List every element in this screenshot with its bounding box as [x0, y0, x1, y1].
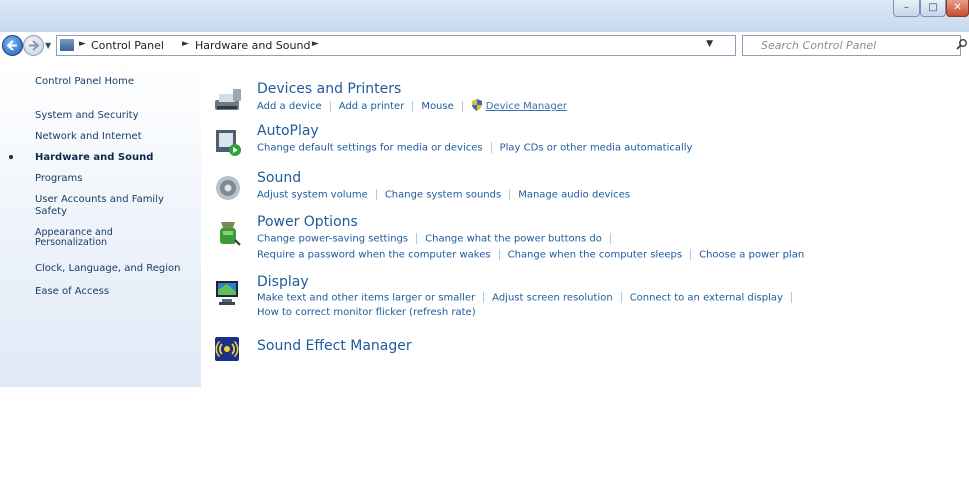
sidebar-item-control-panel-home[interactable]: Control Panel Home	[35, 76, 134, 88]
power-options-link[interactable]: Power Options	[257, 214, 358, 230]
sidebar-item-hardware-and-sound[interactable]: Hardware and Sound	[35, 152, 153, 164]
breadcrumb-hardware-and-sound[interactable]: Hardware and Sound	[195, 39, 310, 52]
autoplay-icon	[216, 130, 241, 156]
manage-audio-devices-link[interactable]: Manage audio devices	[518, 190, 630, 201]
connect-external-display-link[interactable]: Connect to an external display	[630, 293, 783, 304]
title-bar: – □ ✕	[0, 0, 969, 32]
sidebar-item-network-and-internet[interactable]: Network and Internet	[35, 131, 142, 143]
breadcrumb-control-panel[interactable]: Control Panel	[91, 39, 164, 52]
address-bar[interactable]: ► Control Panel ► Hardware and Sound ► ▼	[56, 35, 780, 56]
devices-printers-icon	[215, 89, 241, 110]
sound-link[interactable]: Sound	[257, 170, 301, 186]
change-power-saving-settings-link[interactable]: Change power-saving settings	[257, 234, 408, 245]
main-content: Devices and Printers Add a device Add a p…	[201, 60, 969, 499]
address-dropdown-icon[interactable]: ▼	[706, 39, 713, 49]
search-icon[interactable]	[956, 38, 968, 50]
display-link[interactable]: Display	[257, 274, 309, 290]
display-links-row-1: Make text and other items larger or smal…	[257, 292, 800, 304]
devices-and-printers-link[interactable]: Devices and Printers	[257, 81, 401, 97]
power-options-links-row-1: Change power-saving settings Change what …	[257, 233, 619, 245]
link-divider	[498, 249, 500, 260]
close-icon: ✕	[953, 2, 962, 13]
sound-effect-manager-icon	[215, 337, 239, 361]
require-password-link[interactable]: Require a password when the computer wak…	[257, 250, 491, 261]
maximize-icon: □	[928, 2, 938, 13]
change-system-sounds-link[interactable]: Change system sounds	[385, 190, 501, 201]
devices-and-printers-links: Add a device Add a printer Mouse Device Man…	[257, 99, 567, 112]
minimize-icon: –	[904, 2, 909, 13]
link-divider	[483, 292, 485, 303]
link-divider	[461, 100, 463, 112]
sidebar-item-system-and-security[interactable]: System and Security	[35, 110, 139, 122]
sidebar-item-user-accounts[interactable]: User Accounts and Family Safety	[35, 194, 164, 218]
back-button[interactable]	[2, 35, 23, 56]
shield-icon	[471, 99, 482, 111]
forward-arrow-icon	[29, 40, 39, 51]
sidebar: Control Panel Home System and Security N…	[0, 60, 201, 387]
adjust-screen-resolution-link[interactable]: Adjust screen resolution	[492, 293, 613, 304]
display-icon	[216, 281, 238, 305]
close-button[interactable]: ✕	[946, 0, 969, 17]
monitor-flicker-link[interactable]: How to correct monitor flicker (refresh …	[257, 307, 476, 318]
control-panel-window: – □ ✕ ▼ ► Control Panel ► Hardware and S…	[0, 0, 969, 499]
change-default-settings-link[interactable]: Change default settings for media or dev…	[257, 143, 483, 154]
sidebar-item-programs[interactable]: Programs	[35, 173, 82, 185]
sound-icon	[216, 176, 240, 200]
recent-pages-dropdown-icon[interactable]: ▼	[45, 41, 51, 50]
control-panel-icon	[60, 39, 74, 51]
back-arrow-icon	[7, 40, 17, 51]
link-divider	[509, 189, 511, 200]
choose-power-plan-link[interactable]: Choose a power plan	[699, 250, 804, 261]
mouse-link[interactable]: Mouse	[421, 101, 453, 112]
minimize-button[interactable]: –	[893, 0, 920, 17]
forward-button[interactable]	[23, 35, 44, 56]
sound-links: Adjust system volume Change system sounds…	[257, 189, 630, 201]
link-divider	[790, 292, 792, 303]
breadcrumb-chevron-icon[interactable]: ►	[182, 39, 189, 49]
sidebar-item-ease-of-access[interactable]: Ease of Access	[35, 286, 109, 298]
link-divider	[490, 142, 492, 153]
maximize-button[interactable]: □	[920, 0, 946, 17]
play-cds-link[interactable]: Play CDs or other media automatically	[500, 143, 693, 154]
search-input[interactable]: Search Control Panel	[761, 39, 876, 52]
change-when-computer-sleeps-link[interactable]: Change when the computer sleeps	[508, 250, 683, 261]
breadcrumb-chevron-icon[interactable]: ►	[79, 39, 86, 49]
link-divider	[329, 100, 331, 112]
link-divider	[375, 189, 377, 200]
sidebar-item-clock-language-region[interactable]: Clock, Language, and Region	[35, 263, 180, 275]
link-divider	[690, 249, 692, 260]
add-a-printer-link[interactable]: Add a printer	[339, 101, 405, 112]
search-box[interactable]: Search Control Panel	[742, 35, 967, 56]
link-divider	[412, 100, 414, 112]
power-options-icon	[220, 222, 241, 246]
adjust-system-volume-link[interactable]: Adjust system volume	[257, 190, 368, 201]
display-links-row-2: How to correct monitor flicker (refresh …	[257, 307, 476, 318]
link-divider	[416, 233, 418, 244]
autoplay-links: Change default settings for media or dev…	[257, 142, 692, 154]
add-a-device-link[interactable]: Add a device	[257, 101, 322, 112]
breadcrumb-chevron-icon[interactable]: ►	[312, 39, 319, 49]
sound-effect-manager-link[interactable]: Sound Effect Manager	[257, 338, 412, 354]
navigation-bar: ▼ ► Control Panel ► Hardware and Sound ►…	[0, 32, 969, 60]
link-divider	[620, 292, 622, 303]
make-text-larger-link[interactable]: Make text and other items larger or smal…	[257, 293, 475, 304]
sidebar-item-appearance[interactable]: Appearance and Personalization	[35, 228, 113, 248]
link-divider	[609, 233, 611, 244]
autoplay-link[interactable]: AutoPlay	[257, 123, 319, 139]
device-manager-link[interactable]: Device Manager	[486, 101, 567, 112]
active-bullet-icon	[9, 155, 13, 159]
change-power-buttons-link[interactable]: Change what the power buttons do	[425, 234, 602, 245]
power-options-links-row-2: Require a password when the computer wak…	[257, 249, 804, 261]
